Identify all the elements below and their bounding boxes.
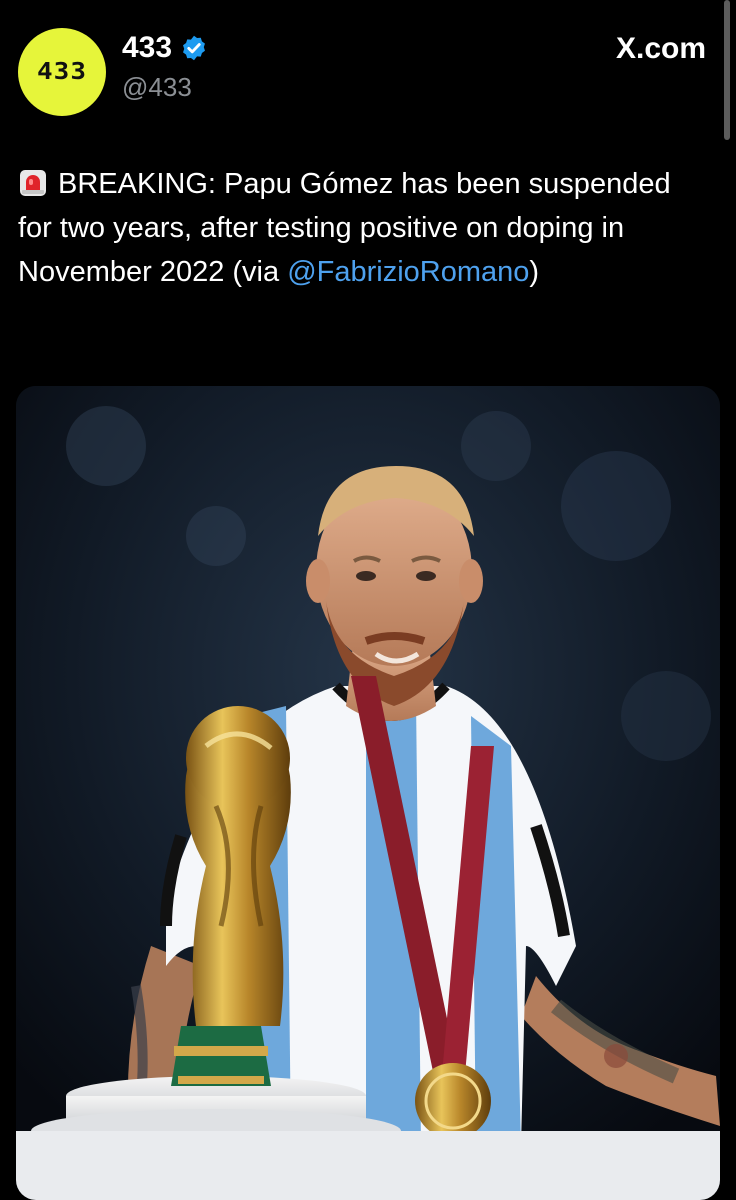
verified-badge-icon	[183, 35, 206, 61]
scrollbar[interactable]	[724, 0, 730, 140]
tweet-text: BREAKING: Papu Gómez has been suspended …	[18, 162, 708, 294]
source-label: X.com	[615, 32, 706, 65]
photo-player-with-trophy	[16, 386, 720, 1200]
avatar[interactable]: 433	[18, 28, 106, 116]
mention-link[interactable]: @FabrizioRomano	[287, 256, 529, 288]
account-name-row[interactable]: 433	[122, 30, 208, 66]
account-handle[interactable]: @433	[122, 72, 192, 103]
tweet-body-end: )	[529, 256, 540, 288]
display-name[interactable]: 433	[122, 31, 172, 65]
tweet-photo[interactable]	[16, 386, 720, 1200]
avatar-logo-text: 433	[37, 58, 87, 86]
police-light-icon	[20, 170, 46, 196]
